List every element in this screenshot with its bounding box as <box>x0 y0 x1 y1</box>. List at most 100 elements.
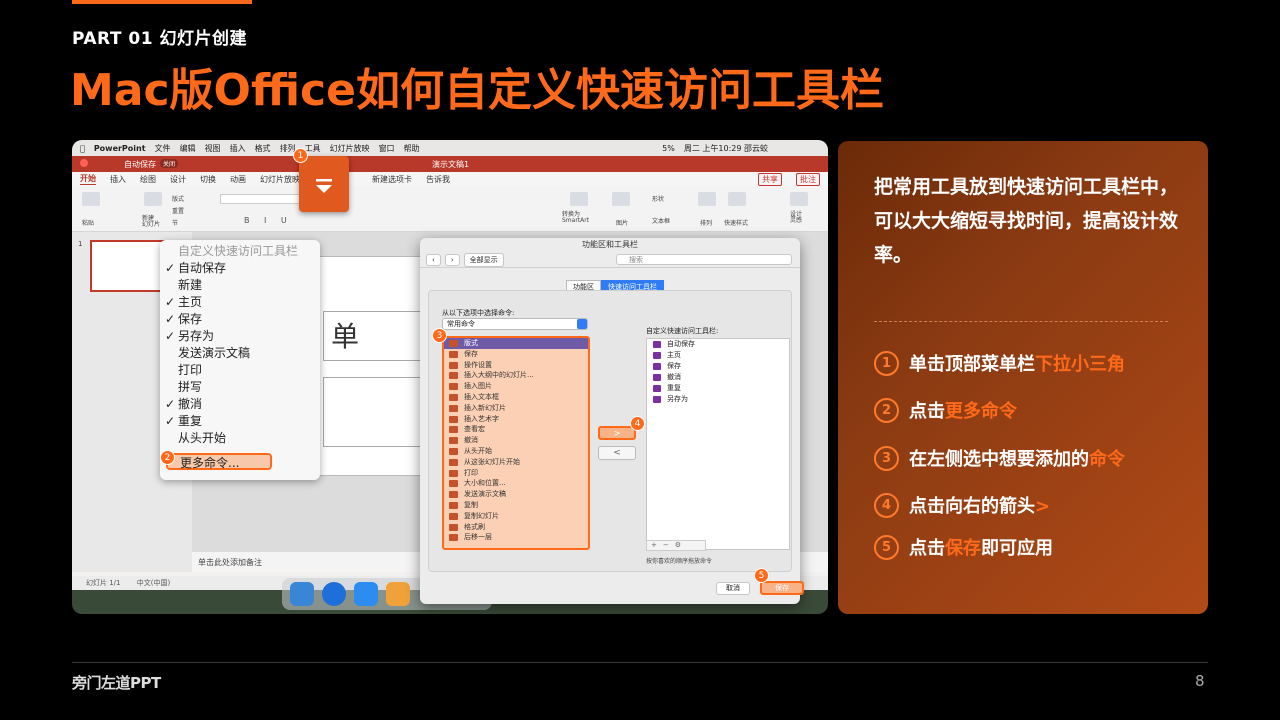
list-item[interactable]: 从这张幻灯片开始 <box>444 457 588 468</box>
list-item[interactable]: 查看宏 <box>444 424 588 435</box>
close-window-icon[interactable] <box>80 159 88 167</box>
menu-item-redo[interactable]: ✓ 重复 <box>160 413 320 430</box>
list-item[interactable]: 插入文本框 <box>444 392 588 403</box>
menubar-file[interactable]: 文件 <box>155 143 171 154</box>
tab-draw[interactable]: 绘图 <box>140 174 156 185</box>
menu-item-home[interactable]: ✓ 主页 <box>160 294 320 311</box>
available-commands-list[interactable]: 版式 保存 操作设置 插入大纲中的幻灯片... 插入图片 插入文本框 插入新幻灯… <box>442 336 590 550</box>
menu-item-autosave[interactable]: ✓ 自动保存 <box>160 260 320 277</box>
step-highlight: > <box>1035 496 1051 517</box>
menubar-edit[interactable]: 编辑 <box>180 143 196 154</box>
quick-styles-icon[interactable] <box>728 192 746 206</box>
cancel-button[interactable]: 取消 <box>716 582 750 595</box>
tab-home[interactable]: 开始 <box>80 173 96 185</box>
autosave-toggle[interactable]: 关闭 <box>160 159 179 168</box>
step-1: 1 单击顶部菜单栏下拉小三角 <box>874 350 1125 376</box>
qat-commands-list[interactable]: 自动保存 主页 保存 撤消 重复 另存为 <box>646 338 790 550</box>
menu-item-undo[interactable]: ✓ 撤消 <box>160 396 320 413</box>
picture-icon[interactable] <box>612 192 630 206</box>
font-format-buttons[interactable]: B I U <box>244 216 293 225</box>
dialog-title: 功能区和工具栏 <box>582 240 638 249</box>
commands-select[interactable]: 常用命令 <box>442 318 588 330</box>
back-button[interactable]: ‹ <box>426 253 441 266</box>
menubar-slideshow[interactable]: 幻灯片放映 <box>330 143 370 154</box>
finder-icon[interactable] <box>290 582 314 606</box>
textbox-button[interactable]: 文本框 <box>652 216 670 225</box>
tab-transitions[interactable]: 切换 <box>200 174 216 185</box>
menu-item-new[interactable]: 新建 <box>160 277 320 294</box>
list-item[interactable]: 后移一层 <box>444 532 588 543</box>
tab-design[interactable]: 设计 <box>170 174 186 185</box>
tab-new-tab[interactable]: 新建选项卡 <box>372 174 412 185</box>
design-ideas-icon[interactable] <box>790 192 808 206</box>
menu-item-print[interactable]: 打印 <box>160 362 320 379</box>
step-5: 5 点击保存即可应用 <box>874 534 1053 560</box>
list-item[interactable]: 打印 <box>444 468 588 479</box>
tab-slideshow[interactable]: 幻灯片放映 <box>260 174 300 185</box>
share-button[interactable]: 共享 <box>758 172 782 186</box>
menubar-format[interactable]: 格式 <box>255 143 271 154</box>
step-marker-3: 3 <box>432 328 447 343</box>
list-item[interactable]: 插入图片 <box>444 381 588 392</box>
app-store-icon[interactable] <box>354 582 378 606</box>
new-slide-icon[interactable] <box>144 192 162 206</box>
tab-insert[interactable]: 插入 <box>110 174 126 185</box>
menubar-view[interactable]: 视图 <box>205 143 221 154</box>
menubar-app[interactable]: PowerPoint <box>94 144 146 153</box>
menubar-help[interactable]: 帮助 <box>404 143 420 154</box>
list-item[interactable]: 操作设置 <box>444 360 588 371</box>
list-item[interactable]: 另存为 <box>647 394 789 405</box>
arrange-icon[interactable] <box>698 192 716 206</box>
list-item[interactable]: 保存 <box>444 349 588 360</box>
shapes-button[interactable]: 形状 <box>652 194 664 203</box>
menubar-insert[interactable]: 插入 <box>230 143 246 154</box>
list-item[interactable]: 自动保存 <box>647 339 789 350</box>
menu-item-save[interactable]: ✓ 保存 <box>160 311 320 328</box>
list-item[interactable]: 复制幻灯片 <box>444 511 588 522</box>
smartart-icon[interactable] <box>570 192 588 206</box>
comments-button[interactable]: 批注 <box>796 172 820 186</box>
layout-button[interactable]: 版式 <box>172 194 184 203</box>
list-item[interactable]: 格式刷 <box>444 522 588 533</box>
save-button[interactable]: 保存 <box>760 581 804 595</box>
menubar-window[interactable]: 窗口 <box>379 143 395 154</box>
tab-tell-me[interactable]: 告诉我 <box>426 174 450 185</box>
list-item[interactable]: 主页 <box>647 350 789 361</box>
qat-dropdown-callout[interactable] <box>299 156 349 212</box>
list-item[interactable]: 重复 <box>647 383 789 394</box>
list-item[interactable]: 插入艺术字 <box>444 414 588 425</box>
battery-percent: 5% <box>662 143 675 153</box>
menu-item-send[interactable]: 发送演示文稿 <box>160 345 320 362</box>
forward-button[interactable]: › <box>444 253 460 266</box>
list-item[interactable]: 插入大纲中的幻灯片... <box>444 370 588 381</box>
menu-item-label: 保存 <box>178 312 203 326</box>
menu-item-more-commands[interactable]: 更多命令... <box>166 453 272 470</box>
dialog-search-input[interactable]: 搜索 <box>616 254 792 265</box>
apple-icon[interactable]:  <box>80 144 85 153</box>
tab-animations[interactable]: 动画 <box>230 174 246 185</box>
safari-icon[interactable] <box>322 582 346 606</box>
ribbon-toolbar: 粘贴 新建 幻灯片 版式 重置 节 B I U 转换为 SmartArt 图片 … <box>72 186 828 232</box>
remove-command-arrow-button[interactable]: < <box>598 446 636 460</box>
list-item[interactable]: 发送演示文稿 <box>444 489 588 500</box>
menu-item-save-as[interactable]: ✓ 另存为 <box>160 328 320 345</box>
list-item[interactable]: 插入新幻灯片 <box>444 403 588 414</box>
list-item[interactable]: 大小和位置... <box>444 478 588 489</box>
ribbon-toolbar-dialog: 功能区和工具栏 ‹ › 全部显示 搜索 功能区 快速访问工具栏 从以下选项中选择… <box>420 238 804 604</box>
list-item[interactable]: 从头开始 <box>444 446 588 457</box>
reset-button[interactable]: 重置 <box>172 206 184 215</box>
list-item[interactable]: 保存 <box>647 361 789 372</box>
add-command-arrow-button[interactable]: > <box>598 426 636 440</box>
section-button[interactable]: 节 <box>172 218 178 227</box>
list-edit-buttons[interactable]: +−⚙ <box>646 540 706 551</box>
list-item[interactable]: 复制 <box>444 500 588 511</box>
menu-item-from-beginning[interactable]: 从头开始 <box>160 430 320 447</box>
keynote-icon[interactable] <box>386 582 410 606</box>
menu-item-spelling[interactable]: 拼写 <box>160 379 320 396</box>
step-number: 2 <box>874 397 899 423</box>
list-item[interactable]: 撤消 <box>444 435 588 446</box>
show-all-button[interactable]: 全部显示 <box>463 252 504 267</box>
list-item[interactable]: 版式 <box>444 338 588 349</box>
paste-icon[interactable] <box>82 192 100 206</box>
list-item[interactable]: 撤消 <box>647 372 789 383</box>
